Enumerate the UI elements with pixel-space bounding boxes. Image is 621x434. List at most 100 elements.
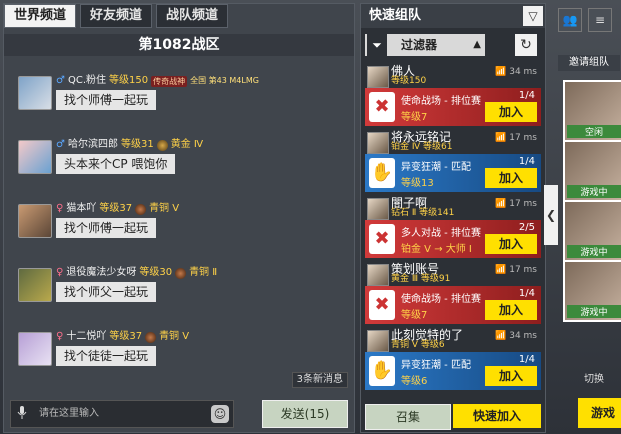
team-slots: 1/4 <box>518 288 535 299</box>
avatar[interactable] <box>18 204 52 238</box>
filter-icon: ⏷ <box>367 34 387 56</box>
microphone-icon[interactable] <box>17 406 27 420</box>
avatar <box>367 198 389 220</box>
ping-value: 17 ms <box>509 265 537 275</box>
message-bubble: 找个师傅一起玩 <box>56 218 157 238</box>
avatar[interactable] <box>18 140 52 174</box>
username[interactable]: 退役魔法少女呀 <box>66 266 136 280</box>
tab-friends[interactable]: 好友频道 <box>80 4 153 28</box>
chat-message: ♂ 哈尔滨四郎 等级31 黄金 Ⅳ 头本来个CP 喂饱你 <box>18 138 348 186</box>
wifi-icon: 📶 <box>495 133 507 143</box>
quick-team-panel: 快速组队 ▽ ⏷ 过滤器 ▲ ↻ 佛人 等级150 📶 34 ms ✖ 使命战场… <box>360 3 546 433</box>
username[interactable]: 哈尔滨四郎 <box>68 138 118 152</box>
emoji-icon[interactable]: ☺ <box>211 405 229 423</box>
mode-level: 铂金 Ⅴ → 大师 Ⅰ <box>401 244 472 255</box>
message-bubble: 找个徒徒一起玩 <box>56 346 157 366</box>
refresh-icon[interactable]: ↻ <box>515 34 537 56</box>
team-leader-row: 将永远铭记 铂金 Ⅳ 等级61 📶 17 ms <box>365 130 541 154</box>
male-icon: ♂ <box>56 75 65 86</box>
avatar[interactable] <box>18 76 52 110</box>
join-button[interactable]: 加入 <box>485 366 537 386</box>
team-slots: 2/5 <box>518 222 535 233</box>
team-list-item[interactable]: 策划账号 黄金 Ⅲ 等级91 📶 17 ms ✖ 使命战场 - 排位赛 等级7 … <box>365 262 541 326</box>
team-list-item[interactable]: 此刻觉特的了 青铜 Ⅴ 等级6 📶 34 ms ✋ 异变狂潮 - 匹配 等级6 … <box>365 328 541 392</box>
chat-panel: 世界频道 好友频道 战队频道 第1082战区 ♂ QC.粉住 等级150 传奇战… <box>3 3 355 433</box>
ping-readout: 📶 34 ms <box>495 67 537 77</box>
message-bubble: 找个师傅一起玩 <box>56 90 157 110</box>
team-footer: 召集 快速加入 <box>361 402 545 432</box>
bronze-rank-icon <box>145 331 157 343</box>
leader-level: 等级150 <box>391 76 427 86</box>
team-list-item[interactable]: 将永远铭记 铂金 Ⅳ 等级61 📶 17 ms ✋ 异变狂潮 - 匹配 等级13… <box>365 130 541 194</box>
chevron-down-icon[interactable]: ▽ <box>523 6 543 26</box>
slot-status: 空闲 <box>567 125 621 138</box>
ping-readout: 📶 34 ms <box>495 331 537 341</box>
send-button[interactable]: 发送(15) <box>262 400 348 428</box>
ping-value: 17 ms <box>509 133 537 143</box>
team-mode-card: ✋ 异变狂潮 - 匹配 等级6 1/4 加入 <box>365 352 541 390</box>
team-mode-card: ✖ 多人对战 - 排位赛 铂金 Ⅴ → 大师 Ⅰ 2/5 加入 <box>365 220 541 258</box>
team-list-item[interactable]: 佛人 等级150 📶 34 ms ✖ 使命战场 - 排位赛 等级7 1/4 加入 <box>365 64 541 128</box>
mode-icon: ✖ <box>369 92 395 122</box>
bronze-rank-icon <box>175 267 187 279</box>
filter-dropdown[interactable]: ⏷ 过滤器 ▲ <box>365 34 485 56</box>
mode-name: 异变狂潮 - 匹配 <box>401 360 471 371</box>
message-meta: ♂ 哈尔滨四郎 等级31 黄金 Ⅳ <box>56 138 203 152</box>
mode-icon: ✖ <box>369 224 395 254</box>
new-messages-indicator[interactable]: 3条新消息 <box>291 372 348 388</box>
avatar <box>367 330 389 352</box>
leader-level: 黄金 Ⅲ 等级91 <box>391 274 451 284</box>
start-game-button[interactable]: 游戏 <box>578 398 621 428</box>
team-list-item[interactable]: 闇子啊 钻石 Ⅱ 等级141 📶 17 ms ✖ 多人对战 - 排位赛 铂金 Ⅴ… <box>365 196 541 260</box>
filter-label: 过滤器 <box>401 38 438 52</box>
mode-icon: ✖ <box>369 290 395 320</box>
avatar[interactable] <box>18 332 52 366</box>
tab-clan[interactable]: 战队频道 <box>156 4 229 28</box>
summon-button[interactable]: 召集 <box>365 404 451 430</box>
join-button[interactable]: 加入 <box>485 300 537 320</box>
mode-level: 等级6 <box>401 376 428 387</box>
leader-level: 青铜 Ⅴ 等级6 <box>391 340 445 350</box>
username[interactable]: 十二悦吖 <box>66 330 106 344</box>
team-leader-row: 闇子啊 钻石 Ⅱ 等级141 📶 17 ms <box>365 196 541 220</box>
team-slot[interactable]: 游戏中 <box>563 200 621 262</box>
chat-input[interactable]: 请在这里输入 <box>39 401 99 427</box>
team-slot[interactable]: 游戏中 <box>563 260 621 322</box>
user-level: 等级37 <box>109 331 143 342</box>
switch-label[interactable]: 切换 <box>584 370 604 385</box>
join-button[interactable]: 加入 <box>485 234 537 254</box>
team-slot[interactable]: 空闲 <box>563 80 621 142</box>
team-slot[interactable]: 游戏中 <box>563 140 621 202</box>
female-icon: ♀ <box>56 203 64 214</box>
chevron-left-icon[interactable]: ❮ <box>544 185 558 245</box>
tab-world[interactable]: 世界频道 <box>4 4 77 28</box>
friends-icon[interactable]: 👥 <box>558 8 582 32</box>
avatar <box>367 264 389 286</box>
bronze-rank-icon <box>135 203 147 215</box>
right-sidebar: 👥 ≡ 邀请组队 空闲 游戏中 游戏中 游戏中 ❮ 切换 游戏 <box>544 0 621 434</box>
team-list[interactable]: 佛人 等级150 📶 34 ms ✖ 使命战场 - 排位赛 等级7 1/4 加入… <box>365 64 541 399</box>
mode-level: 等级7 <box>401 112 428 123</box>
message-list[interactable]: ♂ QC.粉住 等级150 传奇战神 全国 第43 M4LMG 找个师傅一起玩 … <box>10 64 348 374</box>
leader-level: 钻石 Ⅱ 等级141 <box>391 208 455 218</box>
mode-level: 等级7 <box>401 310 428 321</box>
user-level: 等级37 <box>99 203 133 214</box>
team-leader-row: 佛人 等级150 📶 34 ms <box>365 64 541 88</box>
user-level: 等级150 <box>109 75 149 86</box>
avatar[interactable] <box>18 268 52 302</box>
mode-name: 多人对战 - 排位赛 <box>401 228 481 239</box>
join-button[interactable]: 加入 <box>485 168 537 188</box>
female-icon: ♀ <box>56 331 64 342</box>
invite-team-label[interactable]: 邀请组队 <box>558 55 620 71</box>
chat-message: ♂ QC.粉住 等级150 传奇战神 全国 第43 M4LMG 找个师傅一起玩 <box>18 74 348 122</box>
username[interactable]: QC.粉住 <box>68 74 106 88</box>
username[interactable]: 猫本吖 <box>66 202 96 216</box>
quick-join-button[interactable]: 快速加入 <box>453 404 541 428</box>
slot-status: 游戏中 <box>567 305 621 318</box>
team-mode-card: ✖ 使命战场 - 排位赛 等级7 1/4 加入 <box>365 286 541 324</box>
slot-status: 游戏中 <box>567 185 621 198</box>
team-leader-row: 此刻觉特的了 青铜 Ⅴ 等级6 📶 34 ms <box>365 328 541 352</box>
team-mode-card: ✖ 使命战场 - 排位赛 等级7 1/4 加入 <box>365 88 541 126</box>
join-button[interactable]: 加入 <box>485 102 537 122</box>
menu-icon[interactable]: ≡ <box>588 8 612 32</box>
